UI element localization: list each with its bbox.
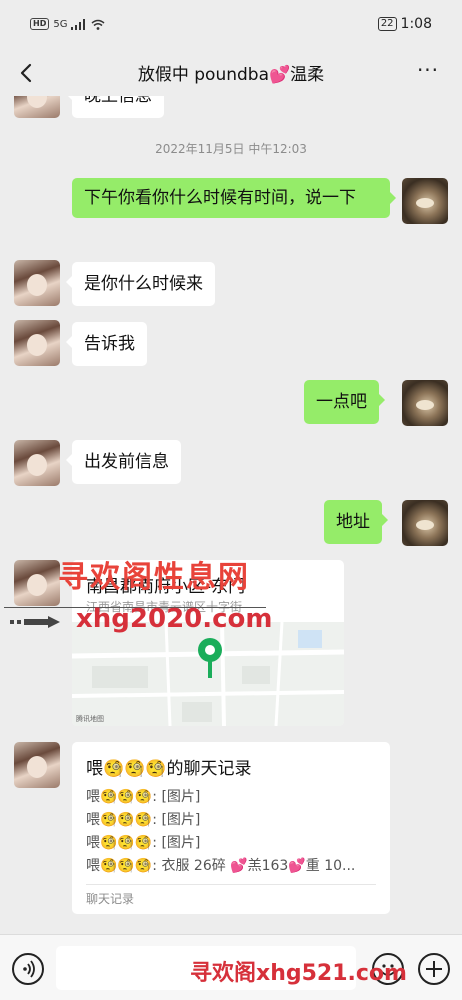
own-avatar[interactable] — [402, 380, 448, 426]
message-bubble-own[interactable]: 一点吧 — [304, 380, 385, 424]
map-credit: 腾讯地图 — [76, 715, 104, 723]
chat-record-card[interactable]: 喂🧐🧐🧐的聊天记录 喂🧐🧐🧐: [图片] 喂🧐🧐🧐: [图片] 喂🧐🧐🧐: [图… — [72, 742, 390, 914]
message-bubble-own[interactable]: 下午你看你什么时候有时间，说一下 — [72, 178, 396, 218]
message-bubble[interactable]: 晚上信息 — [66, 96, 164, 118]
chat-record-divider — [86, 884, 376, 885]
chat-record-line: 喂🧐🧐🧐: [图片] — [86, 812, 201, 828]
chat-record-footer: 聊天记录 — [86, 892, 135, 906]
status-bar: HD 5G 22 1:08 — [0, 0, 462, 50]
contact-avatar[interactable] — [14, 320, 60, 366]
chat-record-line: 喂🧐🧐🧐: [图片] — [86, 789, 201, 805]
contact-avatar[interactable] — [14, 742, 60, 788]
message-list[interactable]: 晚上信息 2022年11月5日 中午12:03 下午你看你什么时候有时间，说一下… — [0, 96, 462, 934]
contact-avatar[interactable] — [14, 260, 60, 306]
location-pin-icon — [198, 638, 222, 662]
chat-record-lines: 喂🧐🧐🧐: [图片] 喂🧐🧐🧐: [图片] 喂🧐🧐🧐: [图片] 喂🧐🧐🧐: 衣… — [86, 786, 382, 878]
input-bar: 寻欢阁xhg521.com — [0, 934, 462, 1000]
back-arrow-icon[interactable] — [14, 59, 40, 87]
signal-icon — [71, 18, 86, 30]
own-avatar[interactable] — [402, 500, 448, 546]
chat-record-title: 喂🧐🧐🧐的聊天记录 — [86, 759, 252, 779]
contact-avatar[interactable] — [14, 560, 60, 606]
voice-input-button[interactable] — [12, 953, 44, 985]
message-bubble-own[interactable]: 地址 — [324, 500, 388, 544]
chat-header: 放假中 poundba💕温柔 ··· — [0, 50, 462, 96]
hd-badge: HD — [30, 18, 50, 30]
chat-title: 放假中 poundba💕温柔 — [137, 65, 325, 85]
message-timestamp: 2022年11月5日 中午12:03 — [155, 142, 307, 156]
contact-avatar[interactable] — [14, 96, 60, 118]
watermark-text: 寻欢阁性息网 — [58, 560, 250, 595]
location-pin-stem — [208, 660, 212, 678]
status-time: 1:08 — [400, 16, 432, 32]
contact-avatar[interactable] — [14, 440, 60, 486]
watermark-bottom: 寻欢阁xhg521.com — [190, 961, 407, 986]
voice-icon — [23, 960, 35, 978]
wifi-icon — [91, 19, 105, 30]
network-type: 5G — [53, 18, 68, 30]
message-bubble[interactable]: 是你什么时候来 — [66, 262, 215, 306]
status-left: HD 5G — [30, 18, 105, 30]
chat-record-line: 喂🧐🧐🧐: [图片] — [86, 835, 201, 851]
chat-record-line: 喂🧐🧐🧐: 衣服 26碎 💕羔163💕重 10... — [86, 858, 356, 874]
more-functions-button[interactable] — [418, 953, 450, 985]
status-right: 22 1:08 — [377, 16, 432, 32]
location-map[interactable]: 腾讯地图 — [72, 622, 344, 726]
message-bubble[interactable]: 告诉我 — [66, 322, 147, 366]
message-bubble[interactable]: 出发前信息 — [66, 440, 181, 484]
own-avatar[interactable] — [402, 178, 448, 224]
watermark-url: xhg2020.com — [76, 604, 273, 634]
battery-icon: 22 — [377, 17, 397, 31]
watermark-arrow-icon — [10, 616, 60, 628]
more-options-icon[interactable]: ··· — [414, 60, 442, 86]
